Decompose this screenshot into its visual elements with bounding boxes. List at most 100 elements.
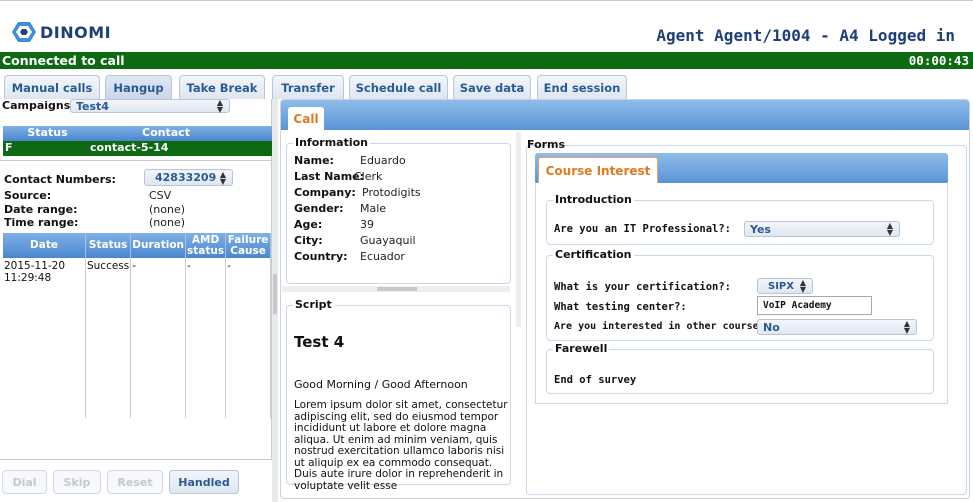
script-body: Lorem ipsum dolor sit amet, consectetur … — [294, 399, 508, 492]
splitter-grip[interactable] — [273, 274, 277, 314]
duration-column-header: Duration — [130, 233, 187, 258]
contact-number-value: 42833209 — [155, 171, 217, 184]
select-arrows-icon: ▲ ▼ — [216, 98, 223, 114]
status-column-header: Status — [27, 126, 68, 139]
panel-splitter[interactable] — [272, 99, 278, 502]
it-professional-question: Are you an IT Professional?: — [554, 223, 732, 235]
it-professional-select[interactable]: Yes ▲ ▼ — [744, 221, 900, 237]
date-column-header: Date — [3, 233, 86, 258]
amd-status-column-header: AMD status — [185, 233, 227, 258]
save-data-tab[interactable]: Save data — [453, 75, 531, 99]
skip-button[interactable]: Skip — [53, 470, 101, 494]
left-panel: Campaigns: Test4 ▲ ▼ Status Contact F con… — [0, 99, 272, 502]
end-session-tab[interactable]: End session — [537, 75, 627, 99]
amd-status-cell: - — [185, 258, 227, 418]
date-range-value: (none) — [149, 203, 186, 216]
campaigns-label: Campaigns: — [2, 99, 75, 112]
script-greeting: Good Morning / Good Afternoon — [294, 378, 468, 391]
horizontal-splitter[interactable] — [282, 286, 510, 292]
info-name-value: Eduardo — [360, 154, 406, 167]
action-toolbar: Manual calls Hangup Take Break Transfer … — [0, 69, 973, 99]
dinomi-logo: DINOMI — [12, 19, 111, 45]
failure-cause-column-header: Failure Cause — [225, 233, 271, 258]
information-fieldset: Information Name: Eduardo Last Name: Cle… — [286, 136, 511, 284]
select-arrows-icon: ▲ ▼ — [799, 278, 806, 294]
campaign-select[interactable]: Test4 ▲ ▼ — [70, 98, 230, 114]
call-history-header: Date Status Duration AMD status Failure … — [3, 233, 271, 258]
call-status-bar: Connected to call 00:00:43 — [0, 52, 973, 69]
reset-button[interactable]: Reset — [107, 470, 163, 494]
schedule-call-tab[interactable]: Schedule call — [349, 75, 448, 99]
splitter-grip[interactable] — [377, 287, 417, 291]
select-arrows-icon: ▲ ▼ — [219, 169, 226, 186]
introduction-legend: Introduction — [553, 193, 634, 206]
script-fieldset: Script Test 4 Good Morning / Good Aftern… — [286, 298, 511, 491]
course-interest-panel: Introduction Are you an IT Professional?… — [535, 182, 948, 404]
failure-cause-cell: - — [225, 258, 271, 418]
contact-number-select[interactable]: 42833209 ▲ ▼ — [144, 169, 233, 186]
manual-calls-tab[interactable]: Manual calls — [4, 75, 100, 99]
testing-center-input[interactable]: VoIP Academy — [757, 296, 872, 315]
other-course-select[interactable]: No ▲ ▼ — [757, 319, 917, 335]
info-company-label: Company: — [294, 186, 356, 199]
call-panel: Call Information Name: Eduardo Last Name… — [280, 99, 970, 499]
date-cell: 2015-11-20 11:29:48 — [3, 258, 86, 418]
status-cell: F — [5, 141, 13, 154]
time-range-label: Time range: — [4, 216, 79, 229]
transfer-tab[interactable]: Transfer — [272, 75, 344, 99]
info-country-label: Country: — [294, 250, 348, 263]
certification-fieldset: Certification What is your certification… — [546, 248, 934, 341]
table-row[interactable]: F contact-5-14 — [3, 141, 272, 156]
status-table-header: Status Contact — [3, 126, 272, 141]
testing-center-value: VoIP Academy — [763, 300, 832, 311]
information-legend: Information — [293, 136, 370, 149]
info-age-label: Age: — [294, 218, 323, 231]
app-header: DINOMI Agent Agent/1004 - A4 Logged in — [0, 0, 973, 52]
contact-cell: contact-5-14 — [90, 141, 169, 154]
info-name-label: Name: — [294, 154, 334, 167]
other-course-question: Are you interested in other course?: — [554, 321, 771, 332]
contact-status-table: Status Contact F contact-5-14 — [3, 126, 272, 156]
take-break-tab[interactable]: Take Break — [179, 75, 265, 99]
contact-numbers-label: Contact Numbers: — [4, 173, 116, 186]
info-gender-label: Gender: — [294, 202, 344, 215]
info-company-value: Protodigits — [362, 186, 421, 199]
course-interest-tab[interactable]: Course Interest — [538, 157, 658, 183]
table-row[interactable]: 2015-11-20 11:29:48 Success - - - — [3, 258, 271, 418]
call-timer: 00:00:43 — [908, 53, 969, 68]
date-range-label: Date range: — [4, 203, 78, 216]
hangup-tab[interactable]: Hangup — [105, 75, 172, 99]
source-label: Source: — [4, 189, 52, 202]
vertical-splitter[interactable] — [516, 132, 521, 327]
script-title: Test 4 — [294, 333, 345, 351]
contact-action-bar: Dial Skip Reset Handled — [0, 459, 272, 502]
farewell-fieldset: Farewell End of survey — [546, 342, 934, 394]
certification-select[interactable]: SIPX ▲ ▼ — [757, 278, 813, 294]
forms-area: Forms Course Interest Introduction Are y… — [526, 138, 968, 495]
info-last-name-value: Clerk — [354, 170, 383, 183]
info-gender-value: Male — [360, 202, 387, 215]
info-age-value: 39 — [360, 218, 374, 231]
contact-column-header: Contact — [142, 126, 190, 139]
call-history-table: Date Status Duration AMD status Failure … — [3, 233, 271, 418]
select-arrows-icon: ▲ ▼ — [903, 319, 910, 335]
forms-legend: Forms — [527, 138, 566, 151]
it-professional-value: Yes — [750, 222, 771, 236]
certification-question: What is your certification?: — [554, 281, 732, 293]
handled-button[interactable]: Handled — [169, 470, 239, 494]
farewell-text: End of survey — [554, 374, 637, 386]
source-value: CSV — [149, 189, 172, 202]
dial-button[interactable]: Dial — [2, 470, 47, 494]
dinomi-logo-icon — [12, 22, 36, 42]
other-course-value: No — [763, 320, 780, 334]
duration-cell: - — [130, 258, 187, 418]
status-cell: Success — [85, 258, 132, 418]
divider — [0, 160, 272, 161]
call-tab[interactable]: Call — [288, 107, 324, 130]
campaign-select-value: Test4 — [76, 99, 109, 113]
info-city-label: City: — [294, 234, 323, 247]
certification-legend: Certification — [553, 248, 634, 261]
farewell-legend: Farewell — [553, 342, 610, 355]
call-tab-bar: Call — [281, 100, 969, 130]
agent-login-title: Agent Agent/1004 - A4 Logged in — [656, 26, 955, 45]
